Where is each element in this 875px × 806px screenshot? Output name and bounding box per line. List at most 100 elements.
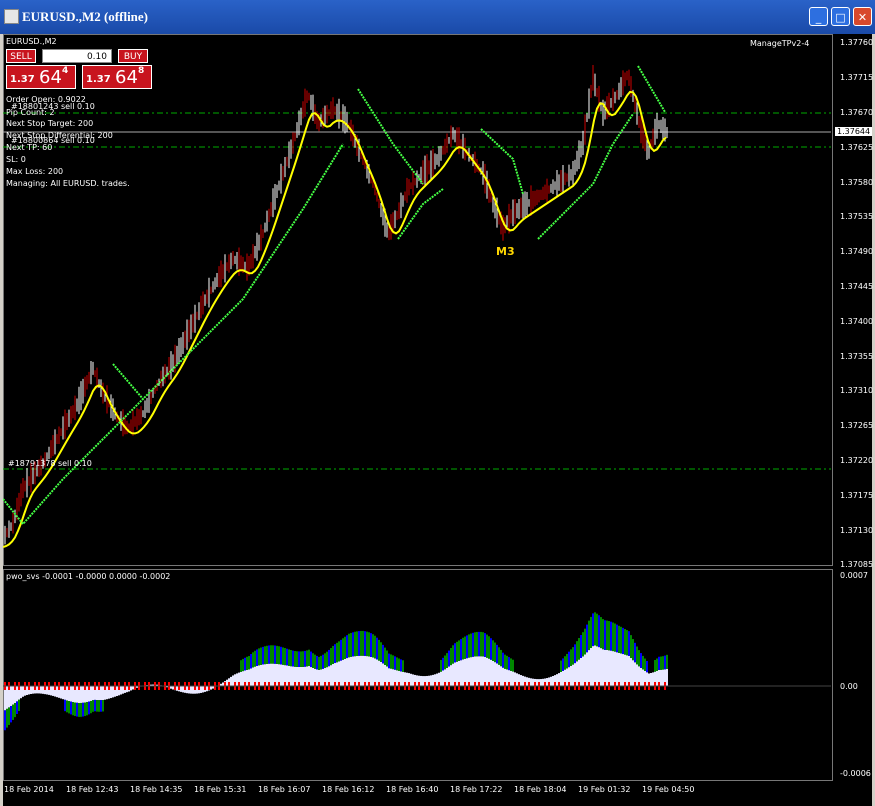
histogram-bar bbox=[400, 659, 402, 672]
price-tick: 1.37535 bbox=[840, 212, 874, 221]
histogram-bar bbox=[392, 669, 394, 686]
title-bar[interactable]: EURUSD.,M2 (offline) _ □ ✕ bbox=[0, 0, 875, 34]
histogram-bar bbox=[260, 647, 262, 665]
time-tick: 18 Feb 17:22 bbox=[450, 785, 503, 794]
histogram-bar bbox=[582, 632, 584, 657]
histogram-bar bbox=[82, 702, 84, 717]
buy-button[interactable]: BUY bbox=[118, 49, 148, 63]
histogram-bar bbox=[444, 655, 446, 670]
buy-quote-fraction: 8 bbox=[138, 66, 145, 76]
histogram-bar bbox=[6, 686, 8, 709]
histogram-bar bbox=[102, 686, 104, 701]
histogram-bar bbox=[330, 648, 332, 666]
histogram-bar bbox=[116, 686, 118, 697]
histogram-bar bbox=[102, 700, 104, 712]
histogram-bar bbox=[274, 645, 276, 664]
histogram-bar bbox=[464, 658, 466, 686]
histogram-bar bbox=[12, 686, 14, 705]
current-price-label: 1.37644 bbox=[835, 127, 873, 136]
buy-quote[interactable]: 1.37 64 8 bbox=[82, 65, 152, 89]
histogram-bar bbox=[556, 674, 558, 686]
histogram-bar bbox=[356, 655, 358, 686]
histogram-bar bbox=[664, 655, 666, 670]
histogram-bar bbox=[304, 650, 306, 667]
histogram-bar bbox=[26, 686, 28, 696]
trade-line-label: #18791378 sell 0.10 bbox=[8, 459, 92, 468]
histogram-bar bbox=[106, 686, 108, 700]
histogram-bar bbox=[646, 660, 648, 673]
histogram-bar bbox=[364, 631, 366, 656]
histogram-bar bbox=[300, 666, 302, 686]
histogram-bar bbox=[100, 700, 102, 712]
minimize-button[interactable]: _ bbox=[809, 7, 828, 26]
histogram-bar bbox=[364, 655, 366, 686]
trailing-band bbox=[357, 88, 424, 185]
histogram-bar bbox=[270, 663, 272, 686]
histogram-bar bbox=[268, 645, 270, 664]
price-tick: 1.37220 bbox=[840, 456, 874, 465]
histogram-bar bbox=[262, 646, 264, 665]
histogram-bar bbox=[282, 647, 284, 665]
histogram-bar bbox=[366, 631, 368, 657]
histogram-bar bbox=[496, 644, 498, 664]
histogram-bar bbox=[460, 639, 462, 661]
time-tick: 18 Feb 16:40 bbox=[386, 785, 439, 794]
histogram-bar bbox=[354, 631, 356, 657]
histogram-bar bbox=[296, 666, 298, 686]
histogram-bar bbox=[656, 658, 658, 671]
histogram-bar bbox=[272, 645, 274, 664]
histogram-bar bbox=[656, 670, 658, 686]
histogram-bar bbox=[70, 701, 72, 715]
histogram-bar bbox=[480, 631, 482, 657]
histogram-bar bbox=[306, 650, 308, 667]
histogram-bar bbox=[120, 686, 122, 695]
sell-quote[interactable]: 1.37 64 4 bbox=[6, 65, 76, 89]
histogram-bar bbox=[494, 642, 496, 663]
ea-label: ManageTPv2-4 bbox=[750, 39, 810, 48]
histogram-bar bbox=[52, 686, 54, 696]
time-tick: 19 Feb 01:32 bbox=[578, 785, 631, 794]
histogram-bar bbox=[584, 628, 586, 655]
lot-size-field[interactable]: 0.10 bbox=[42, 49, 112, 63]
histogram-bar bbox=[222, 682, 224, 686]
histogram-bar bbox=[562, 670, 564, 686]
histogram-bar bbox=[346, 658, 348, 686]
histogram-bar bbox=[660, 669, 662, 686]
histogram-bar bbox=[570, 649, 572, 666]
sell-button[interactable]: SELL bbox=[6, 49, 36, 63]
histogram-bar bbox=[332, 645, 334, 664]
histogram-bar bbox=[594, 612, 596, 646]
histogram-bar bbox=[662, 656, 664, 670]
price-tick: 1.37445 bbox=[840, 282, 874, 291]
close-button[interactable]: ✕ bbox=[853, 7, 872, 26]
price-tick: 1.37265 bbox=[840, 421, 874, 430]
histogram-bar bbox=[584, 654, 586, 686]
histogram-bar bbox=[466, 635, 468, 659]
histogram-bar bbox=[60, 686, 62, 699]
one-click-trade-panel: SELL ▾ 0.10 BUY 1.37 64 4 1.37 64 8 bbox=[6, 49, 152, 89]
histogram-bar bbox=[122, 686, 124, 694]
histogram-bar bbox=[442, 670, 444, 686]
histogram-bar bbox=[112, 686, 114, 698]
histogram-bar bbox=[620, 626, 622, 654]
histogram-bar bbox=[382, 644, 384, 664]
histogram-bar bbox=[374, 658, 376, 686]
histogram-bar bbox=[362, 655, 364, 686]
histogram-bar bbox=[590, 648, 592, 686]
histogram-bar bbox=[436, 673, 438, 686]
histogram-bar bbox=[354, 656, 356, 686]
histogram-bar bbox=[80, 702, 82, 717]
histogram-bar bbox=[350, 632, 352, 657]
histogram-bar bbox=[626, 655, 628, 686]
histogram-bar bbox=[264, 646, 266, 665]
histogram-bar bbox=[332, 663, 334, 686]
histogram-bar bbox=[468, 657, 470, 686]
chart-area[interactable]: EURUSD.,M2 ManageTPv2-4 M3 pwo_svs -0.00… bbox=[3, 34, 874, 806]
app-icon bbox=[4, 9, 19, 24]
maximize-button[interactable]: □ bbox=[831, 7, 850, 26]
histogram-bar bbox=[616, 624, 618, 653]
histogram-bar bbox=[462, 637, 464, 660]
histogram-bar bbox=[348, 657, 350, 686]
histogram-bar bbox=[66, 686, 68, 701]
histogram-bar bbox=[88, 701, 90, 715]
